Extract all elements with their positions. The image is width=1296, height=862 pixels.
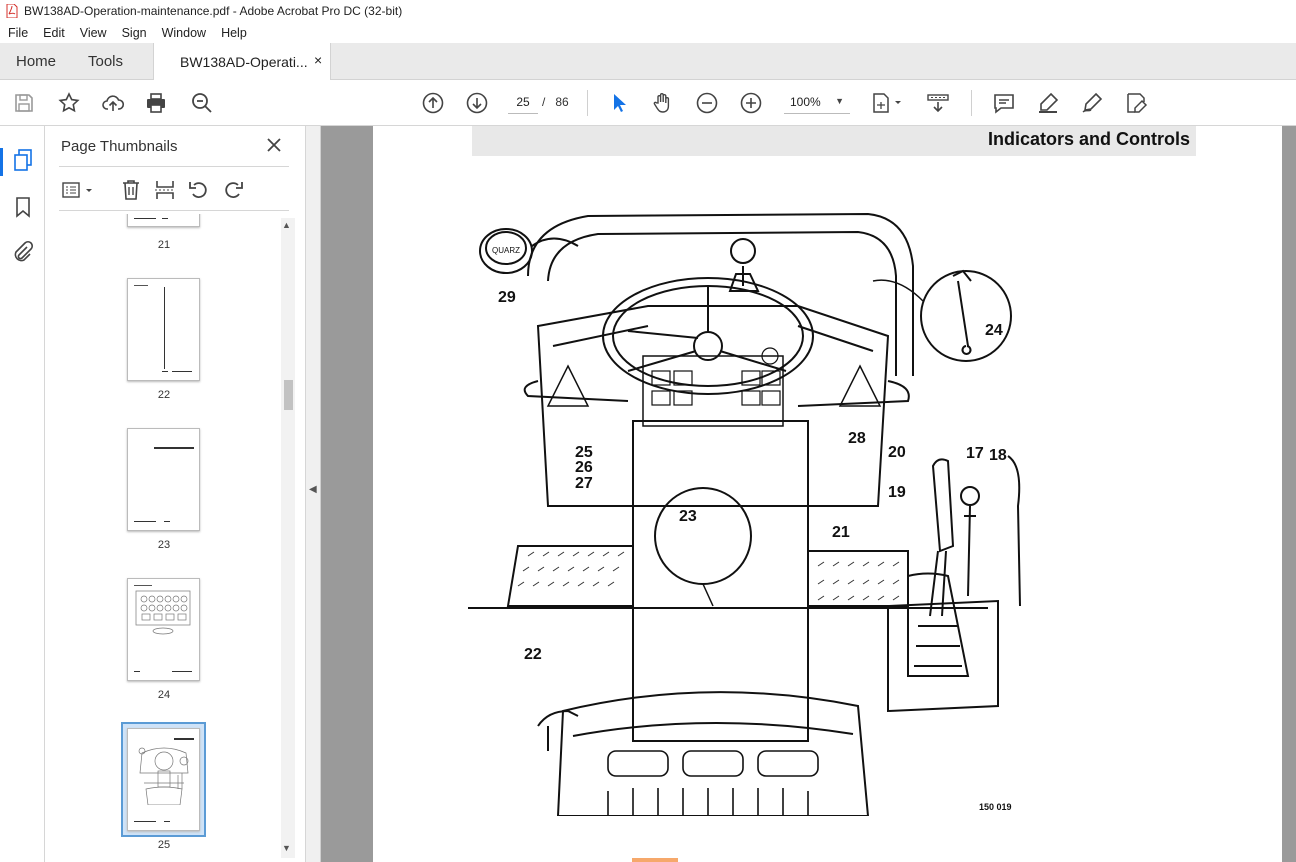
zoom-level-value: 100% — [790, 95, 821, 109]
panel-collapse-handle[interactable]: ◀ — [305, 126, 321, 862]
thumbnail-page-23[interactable] — [127, 428, 200, 531]
callout-28: 28 — [848, 430, 866, 447]
page-heading: Indicators and Controls — [987, 129, 1190, 149]
panel-title: Page Thumbnails — [61, 138, 178, 155]
thumbnail-page-21[interactable] — [127, 214, 200, 227]
highlight-pen-icon[interactable] — [1036, 91, 1060, 115]
acrobat-logo-icon — [6, 4, 18, 18]
operator-platform-illustration: QUARZ — [468, 212, 1021, 816]
star-icon[interactable] — [57, 91, 81, 115]
zoom-level-select[interactable]: 100% ▼ — [784, 90, 850, 114]
zoom-in-icon[interactable] — [739, 91, 763, 115]
previous-page-icon[interactable] — [421, 91, 445, 115]
page-header-bar: Indicators and Controls — [472, 126, 1196, 156]
select-cursor-icon[interactable] — [607, 91, 631, 115]
thumbnail-page-24[interactable] — [127, 578, 200, 681]
panel-divider — [59, 166, 289, 167]
close-tab-icon[interactable]: × — [314, 52, 322, 68]
toolbar-divider — [587, 90, 588, 116]
callout-17: 17 — [966, 445, 984, 462]
thumbnail-list: 21 22 23 24 25 — [59, 214, 281, 862]
menu-window[interactable]: Window — [154, 26, 213, 40]
thumbnail-label: 25 — [157, 839, 171, 851]
toolbar: 25 / 86 100% ▼ — [0, 80, 1296, 126]
callout-20: 20 — [888, 444, 906, 461]
page-count: / 86 — [542, 95, 569, 109]
menu-bar: File Edit View Sign Window Help — [0, 22, 1296, 43]
thumbnail-label: 21 — [157, 239, 171, 251]
thumbnail-label: 22 — [157, 389, 171, 401]
scroll-down-icon[interactable]: ▼ — [282, 843, 291, 853]
callout-27: 27 — [575, 475, 593, 492]
zoom-out-icon[interactable] — [695, 91, 719, 115]
chevron-left-icon: ◀ — [309, 484, 317, 495]
scrollbar-thumb[interactable] — [284, 380, 293, 410]
comment-icon[interactable] — [992, 91, 1016, 115]
thumbnails-panel: Page Thumbnails 21 22 23 24 25 ▲ ▼ — [45, 126, 305, 862]
bookmark-icon[interactable] — [11, 195, 35, 219]
callout-22: 22 — [524, 646, 542, 663]
thumbnail-page-25[interactable] — [127, 728, 200, 831]
scroll-mode-icon[interactable] — [926, 91, 950, 115]
fill-sign-icon[interactable] — [1124, 91, 1148, 115]
thumbnail-label: 24 — [157, 689, 171, 701]
horizontal-scroll-indicator[interactable] — [632, 858, 678, 862]
tab-home[interactable]: Home — [16, 53, 56, 70]
upload-cloud-icon[interactable] — [101, 91, 125, 115]
tab-document[interactable]: BW138AD-Operati... × — [153, 43, 331, 80]
thumbnail-options-icon[interactable] — [61, 178, 95, 202]
menu-help[interactable]: Help — [213, 26, 254, 40]
page-thumbnails-icon[interactable] — [11, 148, 35, 172]
close-panel-icon[interactable] — [265, 136, 283, 154]
callout-18: 18 — [989, 447, 1007, 464]
thumbnail-figure — [138, 747, 189, 805]
delete-page-icon[interactable] — [119, 178, 143, 202]
menu-file[interactable]: File — [0, 26, 35, 40]
thumbnail-scrollbar[interactable]: ▲ ▼ — [281, 218, 295, 858]
navigation-rail — [0, 126, 45, 862]
menu-edit[interactable]: Edit — [35, 26, 72, 40]
window-title: BW138AD-Operation-maintenance.pdf - Adob… — [24, 4, 403, 18]
tab-document-label: BW138AD-Operati... — [180, 54, 308, 70]
next-page-icon[interactable] — [465, 91, 489, 115]
callout-21: 21 — [832, 524, 850, 541]
callout-19: 19 — [888, 484, 906, 501]
gauge-label: QUARZ — [492, 246, 520, 255]
thumbnail-page-22[interactable] — [127, 278, 200, 381]
rotate-counterclockwise-icon[interactable] — [187, 178, 211, 202]
save-icon[interactable] — [12, 91, 36, 115]
thumbnail-figure — [135, 590, 191, 635]
tab-tools[interactable]: Tools — [88, 53, 123, 70]
attachment-icon[interactable] — [11, 240, 35, 264]
print-icon[interactable] — [144, 91, 168, 115]
menu-sign[interactable]: Sign — [114, 26, 154, 40]
document-view[interactable]: Indicators and Controls QUARZ 29 24 28 2… — [321, 126, 1296, 862]
insert-page-icon[interactable] — [153, 178, 177, 202]
tab-bar: Home Tools BW138AD-Operati... × — [0, 43, 1296, 80]
thumbnail-label: 23 — [157, 539, 171, 551]
rotate-clockwise-icon[interactable] — [221, 178, 245, 202]
hand-tool-icon[interactable] — [651, 91, 675, 115]
callout-29: 29 — [498, 289, 516, 306]
toolbar-divider-2 — [971, 90, 972, 116]
fit-page-icon[interactable] — [871, 91, 905, 115]
pdf-page: Indicators and Controls QUARZ 29 24 28 2… — [373, 126, 1282, 862]
draw-sign-icon[interactable] — [1080, 91, 1104, 115]
panel-divider-2 — [59, 210, 289, 211]
menu-view[interactable]: View — [72, 26, 114, 40]
callout-24: 24 — [985, 322, 1003, 339]
active-indicator — [0, 148, 3, 176]
scroll-up-icon[interactable]: ▲ — [282, 220, 291, 230]
zoom-search-icon[interactable] — [190, 91, 214, 115]
figure-id: 150 019 — [979, 802, 1012, 812]
callout-23: 23 — [679, 508, 697, 525]
chevron-down-icon: ▼ — [835, 96, 844, 106]
page-number-input[interactable]: 25 — [508, 90, 538, 114]
title-bar: BW138AD-Operation-maintenance.pdf - Adob… — [0, 0, 1296, 22]
